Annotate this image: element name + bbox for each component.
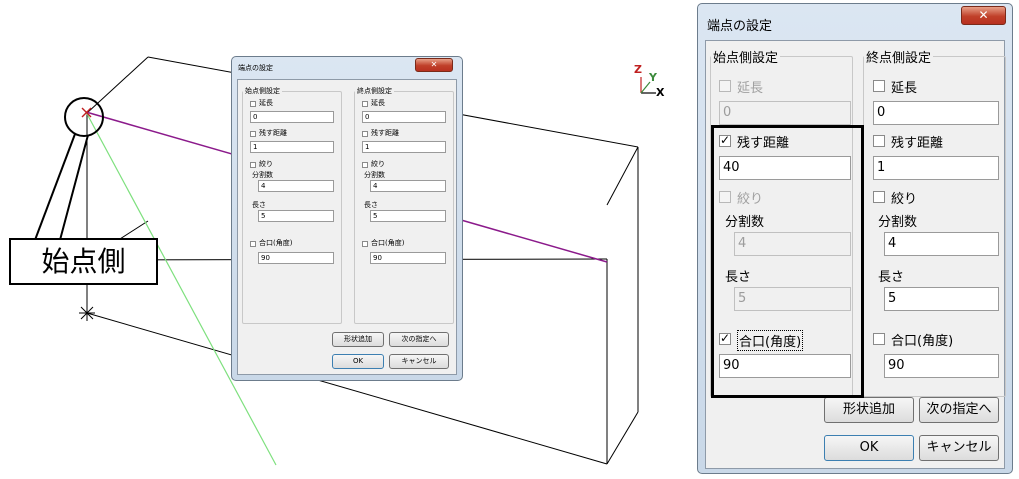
- end-length-input[interactable]: 5: [370, 210, 446, 222]
- next-button[interactable]: 次の指定へ: [389, 332, 449, 347]
- end-group-legend: 終点側設定: [357, 87, 392, 95]
- add-shape-button[interactable]: 形状追加: [332, 332, 384, 347]
- callout-pointer: [34, 133, 76, 241]
- close-icon-large[interactable]: ✕: [961, 6, 1006, 25]
- axis-z-label: Z: [634, 63, 642, 76]
- end-miter-checkbox-large[interactable]: [873, 333, 885, 345]
- end-remain-checkbox[interactable]: [362, 131, 368, 137]
- end-remain-label-large: 残す距離: [891, 136, 944, 151]
- end-remain-checkbox-large[interactable]: [873, 135, 885, 147]
- close-icon[interactable]: ✕: [415, 58, 453, 72]
- start-extend-input-large[interactable]: 0: [719, 101, 851, 125]
- end-divisions-input-large[interactable]: 4: [884, 232, 999, 256]
- end-remain-input[interactable]: 1: [362, 141, 446, 153]
- dialog-title: 端点の設定: [238, 64, 273, 72]
- start-group-legend-large: 始点側設定: [713, 51, 779, 66]
- end-squeeze-checkbox-large[interactable]: [873, 191, 885, 203]
- callout-pointer-2: [59, 134, 89, 241]
- cancel-button[interactable]: キャンセル: [389, 354, 449, 369]
- end-remain-input-large[interactable]: 1: [873, 156, 999, 180]
- start-extend-checkbox[interactable]: [250, 101, 256, 107]
- start-divisions-label: 分割数: [252, 171, 273, 179]
- end-squeeze-label: 絞り: [371, 160, 385, 168]
- start-remain-input[interactable]: 1: [250, 141, 334, 153]
- end-length-label-large: 長さ: [878, 270, 905, 285]
- highlight-box: [711, 125, 864, 398]
- end-miter-input-large[interactable]: 90: [884, 354, 999, 378]
- start-miter-input[interactable]: 90: [258, 252, 334, 264]
- start-extend-input[interactable]: 0: [250, 111, 334, 123]
- dialog-client: 始点側設定 終点側設定 延長 0 残す距離 1 絞り 分割数 4 長さ 5 合口…: [237, 79, 457, 375]
- cancel-button-large[interactable]: キャンセル: [919, 435, 999, 461]
- start-group-legend: 始点側設定: [245, 87, 280, 95]
- end-extend-checkbox[interactable]: [362, 101, 368, 107]
- end-extend-input-large[interactable]: 0: [873, 101, 999, 125]
- next-button-large[interactable]: 次の指定へ: [919, 397, 999, 423]
- axis-x-label: X: [656, 86, 665, 99]
- start-divisions-input[interactable]: 4: [258, 180, 334, 192]
- end-remain-label: 残す距離: [371, 129, 399, 137]
- ok-button-large[interactable]: OK: [824, 435, 914, 461]
- end-length-label: 長さ: [364, 201, 378, 209]
- start-length-label: 長さ: [252, 201, 266, 209]
- start-miter-label: 合口(角度): [259, 239, 293, 247]
- end-miter-label-large: 合口(角度): [891, 334, 954, 349]
- start-extend-label: 延長: [259, 99, 273, 107]
- start-extend-label-large: 延長: [737, 81, 764, 96]
- end-extend-input[interactable]: 0: [362, 111, 446, 123]
- start-remain-label: 残す距離: [259, 129, 287, 137]
- ok-button[interactable]: OK: [332, 354, 384, 369]
- start-point-circle: [64, 97, 104, 137]
- start-squeeze-checkbox[interactable]: [250, 162, 256, 168]
- add-shape-button-large[interactable]: 形状追加: [824, 397, 914, 423]
- start-length-input[interactable]: 5: [258, 210, 334, 222]
- end-extend-label: 延長: [371, 99, 385, 107]
- end-divisions-label-large: 分割数: [878, 215, 918, 230]
- end-point-marker: [79, 305, 95, 321]
- end-extend-checkbox-large[interactable]: [873, 80, 885, 92]
- axis-y-label: Y: [649, 71, 657, 84]
- end-divisions-input[interactable]: 4: [370, 180, 446, 192]
- end-extend-label-large: 延長: [891, 81, 918, 96]
- end-group-legend-large: 終点側設定: [866, 51, 932, 66]
- start-remain-checkbox[interactable]: [250, 131, 256, 137]
- start-miter-checkbox[interactable]: [250, 241, 256, 247]
- end-miter-checkbox[interactable]: [362, 241, 368, 247]
- start-side-callout: 始点側: [9, 238, 158, 285]
- end-miter-input[interactable]: 90: [370, 252, 446, 264]
- endpoint-settings-dialog-small: 端点の設定 ✕ 始点側設定 終点側設定 延長 0 残す距離 1 絞り 分割数 4…: [231, 56, 463, 381]
- start-squeeze-label: 絞り: [259, 160, 273, 168]
- end-length-input-large[interactable]: 5: [884, 287, 999, 311]
- dialog-title-large: 端点の設定: [707, 19, 773, 34]
- end-squeeze-checkbox[interactable]: [362, 162, 368, 168]
- end-divisions-label: 分割数: [364, 171, 385, 179]
- start-extend-checkbox-large[interactable]: [719, 80, 731, 92]
- end-miter-label: 合口(角度): [371, 239, 405, 247]
- end-squeeze-label-large: 絞り: [891, 192, 918, 207]
